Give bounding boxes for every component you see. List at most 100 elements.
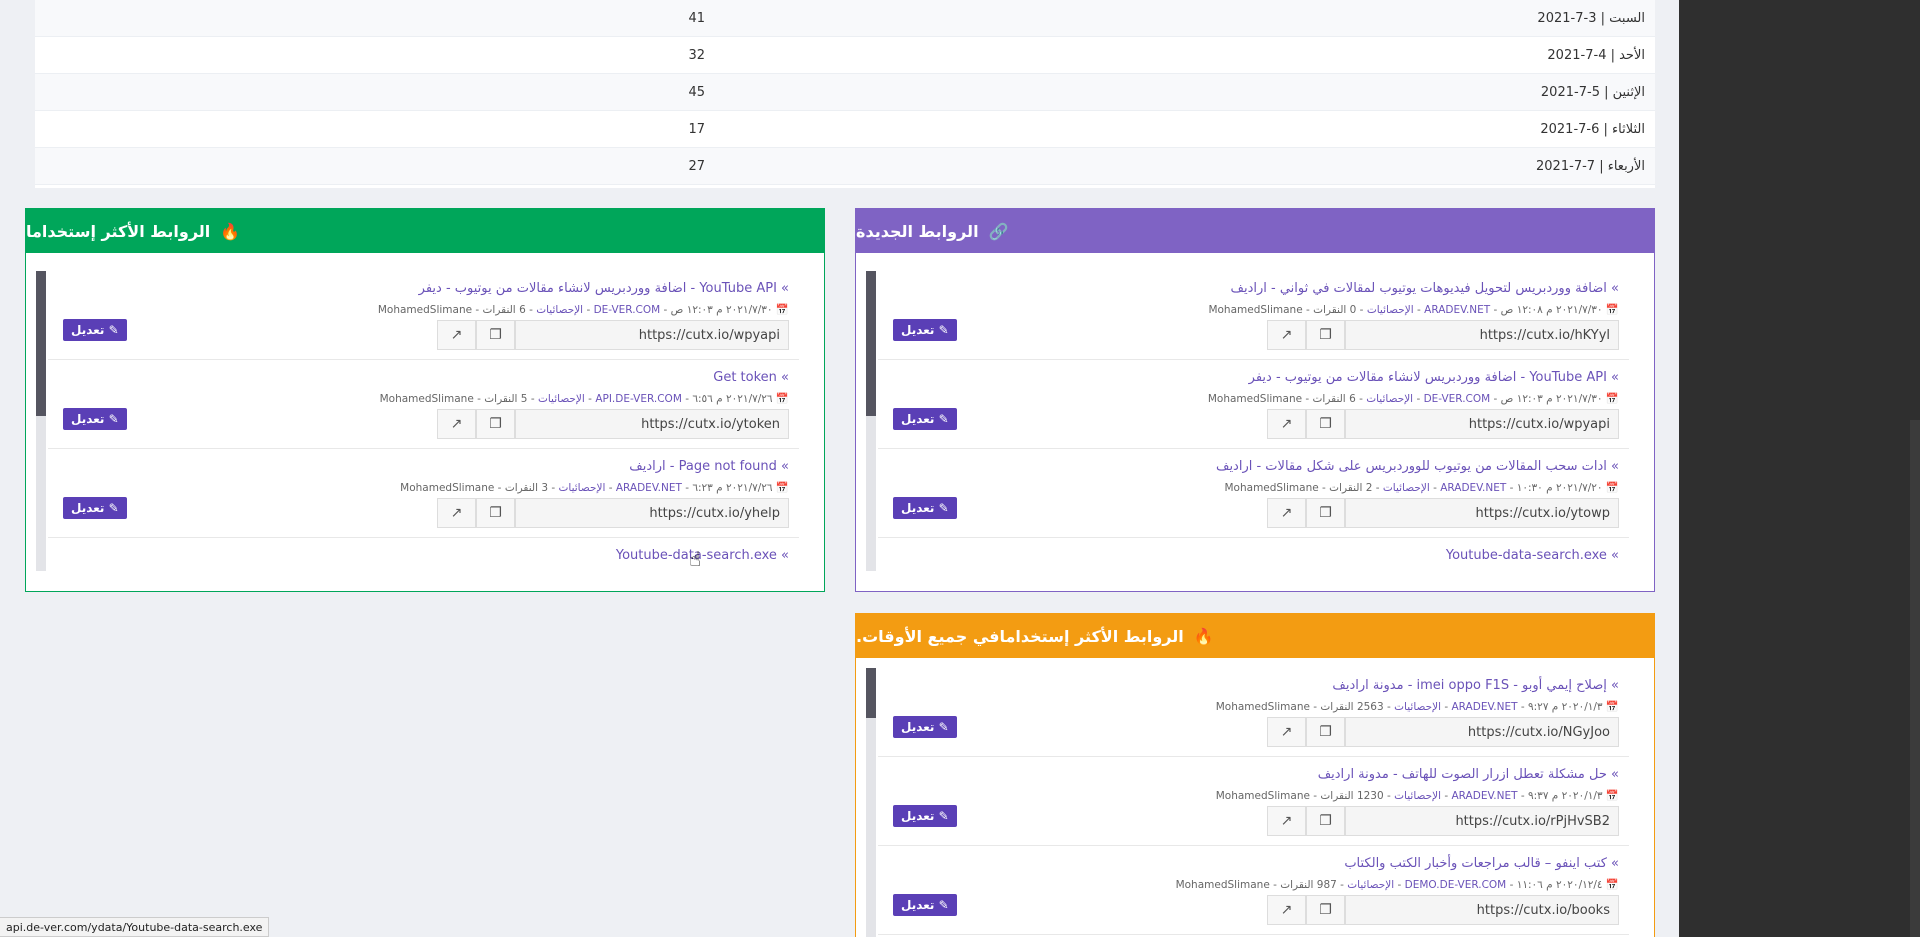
external-link-icon: ↗ xyxy=(1280,813,1293,829)
stats-link[interactable]: الإحصائيات xyxy=(538,393,585,405)
stats-link[interactable]: الإحصائيات xyxy=(1366,393,1413,405)
domain-link[interactable]: DEMO.DE-VER.COM xyxy=(1405,879,1507,891)
open-link-button[interactable]: ↗ xyxy=(1267,320,1306,350)
edit-button[interactable]: ✎ تعديل xyxy=(893,408,957,430)
edit-button[interactable]: ✎ تعديل xyxy=(893,319,957,341)
open-link-button[interactable]: ↗ xyxy=(437,320,476,350)
copy-button[interactable]: ❐ xyxy=(1306,320,1345,350)
scrollbar-thumb[interactable] xyxy=(1910,420,1920,937)
link-title[interactable]: » Youtube-data-search.exe xyxy=(616,548,789,563)
link-title[interactable]: » ادات سحب المقالات من يوتيوب للووردبريس… xyxy=(1216,459,1619,474)
link-title[interactable]: » حل مشكلة تعطل ازرار الصوت للهاتف - مدو… xyxy=(1318,767,1619,782)
domain-link[interactable]: ARADEV.NET xyxy=(1452,701,1518,713)
edit-button[interactable]: ✎ تعديل xyxy=(893,497,957,519)
link-title[interactable]: » اضافة ووردبريس لتحويل فيديوهات يوتيوب … xyxy=(1231,281,1620,296)
external-link-icon: ↗ xyxy=(1280,724,1293,740)
short-url-field[interactable]: https://cutx.io/wpyapi xyxy=(1345,409,1619,439)
edit-button[interactable]: ✎ تعديل xyxy=(893,894,957,916)
edit-button[interactable]: ✎ تعديل xyxy=(63,319,127,341)
domain-link[interactable]: ARADEV.NET xyxy=(1424,304,1490,316)
scroll-thumb[interactable] xyxy=(866,271,876,416)
stats-link[interactable]: الإحصائيات xyxy=(1383,482,1430,494)
edit-icon: ✎ xyxy=(934,323,949,337)
link-meta: 📅 ٢٠٢١/٧/٣٠ م ١٢:٠٨ ص - ARADEV.NET - الإ… xyxy=(1208,304,1619,316)
stats-link[interactable]: الإحصائيات xyxy=(559,482,606,494)
domain-link[interactable]: ARADEV.NET xyxy=(1452,790,1518,802)
open-link-button[interactable]: ↗ xyxy=(437,498,476,528)
list-item: » Youtube-data-search.exe xyxy=(48,538,799,568)
link-title[interactable]: » YouTube API - اضافة ووردبريس لانشاء مق… xyxy=(1249,370,1619,385)
domain-link[interactable]: API.DE-VER.COM xyxy=(595,393,682,405)
short-url-field[interactable]: https://cutx.io/ytoken xyxy=(515,409,789,439)
copy-button[interactable]: ❐ xyxy=(476,320,515,350)
short-url-field[interactable]: https://cutx.io/ytowp xyxy=(1345,498,1619,528)
link-title[interactable]: » كتب اينفو – قالب مراجعات وأخبار الكتب … xyxy=(1344,856,1619,871)
domain-link[interactable]: DE-VER.COM xyxy=(594,304,661,316)
scroll-thumb[interactable] xyxy=(36,271,46,416)
open-link-button[interactable]: ↗ xyxy=(437,409,476,439)
copy-button[interactable]: ❐ xyxy=(1306,717,1345,747)
edit-button[interactable]: ✎ تعديل xyxy=(63,408,127,430)
list-item: » Get token 📅 ٢٠٢١/٧/٢٦ م ٦:٥٦ - API.DE-… xyxy=(48,360,799,449)
link-meta: 📅 ٢٠٢١/٧/٢٦ م ٦:٢٣ - ARADEV.NET - الإحصا… xyxy=(400,482,789,494)
stats-link[interactable]: الإحصائيات xyxy=(1367,304,1414,316)
link-icon: 🔗 xyxy=(988,221,1009,241)
open-link-button[interactable]: ↗ xyxy=(1267,895,1306,925)
list-item: » اضافة ووردبريس لتحويل فيديوهات يوتيوب … xyxy=(878,271,1629,360)
short-url-field[interactable]: https://cutx.io/NGyJoo xyxy=(1345,717,1619,747)
open-link-button[interactable]: ↗ xyxy=(1267,806,1306,836)
copy-button[interactable]: ❐ xyxy=(1306,498,1345,528)
edit-button[interactable]: ✎ تعديل xyxy=(893,716,957,738)
short-url-field[interactable]: https://cutx.io/wpyapi xyxy=(515,320,789,350)
fire-icon: 🔥 xyxy=(220,221,241,241)
copy-icon: ❐ xyxy=(1319,505,1332,521)
table-row: الإثنين | 5-7-2021 45 xyxy=(35,74,1655,111)
link-meta: 📅 ٢٠٢١/٧/٣٠ م ١٢:٠٣ ص - DE-VER.COM - الإ… xyxy=(1207,393,1619,405)
open-link-button[interactable]: ↗ xyxy=(1267,409,1306,439)
edit-icon: ✎ xyxy=(934,412,949,426)
day-label: الأحد | 4-7-2021 xyxy=(1547,47,1645,63)
short-url-field[interactable]: https://cutx.io/rPjHvSB2 xyxy=(1345,806,1619,836)
domain-link[interactable]: ARADEV.NET xyxy=(616,482,682,494)
domain-link[interactable]: ARADEV.NET xyxy=(1440,482,1506,494)
short-url-field[interactable]: https://cutx.io/hKYyl xyxy=(1345,320,1619,350)
link-title[interactable]: » Get token xyxy=(713,370,789,385)
edit-button[interactable]: ✎ تعديل xyxy=(63,497,127,519)
external-link-icon: ↗ xyxy=(1280,902,1293,918)
link-title[interactable]: » Youtube-data-search.exe xyxy=(1446,548,1619,563)
domain-link[interactable]: DE-VER.COM xyxy=(1424,393,1491,405)
copy-button[interactable]: ❐ xyxy=(476,409,515,439)
link-title[interactable]: » YouTube API - اضافة ووردبريس لانشاء مق… xyxy=(419,281,789,296)
stats-link[interactable]: الإحصائيات xyxy=(536,304,583,316)
daily-clicks-table: السبت | 3-7-2021 41 الأحد | 4-7-2021 32 ال… xyxy=(35,0,1655,188)
all-time-links-panel: 🔥 الروابط الأكثر إستخدامافي جميع الأوقات… xyxy=(855,613,1655,937)
edit-icon: ✎ xyxy=(104,501,119,515)
edit-button[interactable]: ✎ تعديل xyxy=(893,805,957,827)
edit-icon: ✎ xyxy=(934,898,949,912)
short-url-field[interactable]: https://cutx.io/books xyxy=(1345,895,1619,925)
copy-button[interactable]: ❐ xyxy=(1306,806,1345,836)
table-row: الأحد | 4-7-2021 32 xyxy=(35,37,1655,74)
copy-button[interactable]: ❐ xyxy=(1306,895,1345,925)
open-link-button[interactable]: ↗ xyxy=(1267,498,1306,528)
short-url-field[interactable]: https://cutx.io/yhelp xyxy=(515,498,789,528)
scroll-thumb[interactable] xyxy=(866,668,876,718)
copy-button[interactable]: ❐ xyxy=(1306,409,1345,439)
edit-icon: ✎ xyxy=(934,720,949,734)
open-link-button[interactable]: ↗ xyxy=(1267,717,1306,747)
edit-icon: ✎ xyxy=(104,412,119,426)
stats-link[interactable]: الإحصائيات xyxy=(1347,879,1394,891)
hand-cursor-icon: ☝ xyxy=(689,547,702,571)
day-label: الإثنين | 5-7-2021 xyxy=(1540,84,1645,100)
copy-icon: ❐ xyxy=(1319,813,1332,829)
stats-link[interactable]: الإحصائيات xyxy=(1394,790,1441,802)
panel-body: » إصلاح إيمي أوبو - imei oppo F1S - مدون… xyxy=(856,668,1654,937)
stats-link[interactable]: الإحصائيات xyxy=(1394,701,1441,713)
table-row: الثلاثاء | 6-7-2021 17 xyxy=(35,111,1655,148)
link-title[interactable]: » إصلاح إيمي أوبو - imei oppo F1S - مدون… xyxy=(1332,678,1619,693)
copy-button[interactable]: ❐ xyxy=(476,498,515,528)
day-count: 32 xyxy=(688,47,705,63)
panel-body: » اضافة ووردبريس لتحويل فيديوهات يوتيوب … xyxy=(856,271,1654,571)
list-item: » ادات سحب المقالات من يوتيوب للووردبريس… xyxy=(878,449,1629,538)
link-title[interactable]: » Page not found - اراديف xyxy=(629,459,789,474)
